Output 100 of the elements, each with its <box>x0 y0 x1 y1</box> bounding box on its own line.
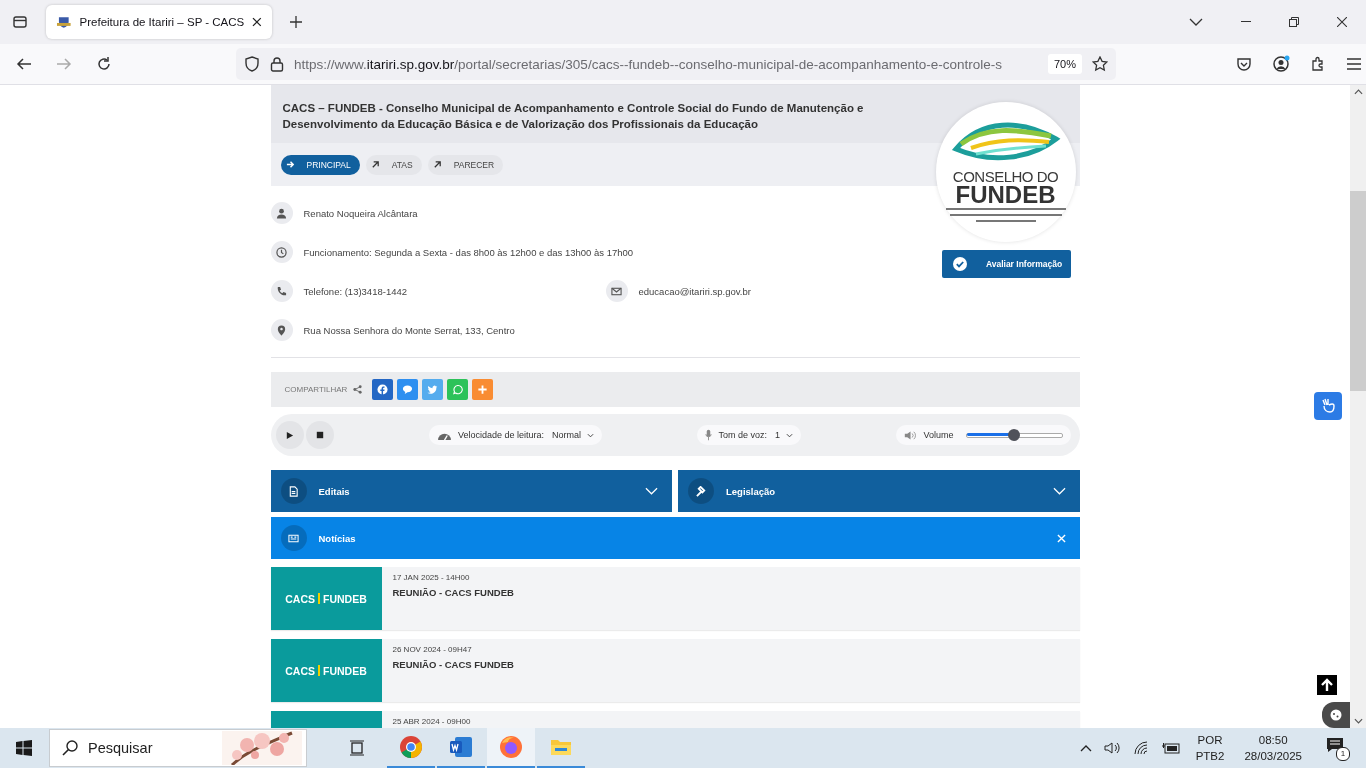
whatsapp-icon <box>452 384 464 395</box>
section-tab[interactable]: ATAS <box>365 154 422 175</box>
chat-icon <box>402 384 414 395</box>
tab-title: Prefeitura de Itariri – SP - CACS <box>79 16 245 28</box>
back-to-top-button[interactable] <box>1317 675 1337 695</box>
notification-count: 1 <box>1336 747 1350 761</box>
news-icon <box>288 532 299 544</box>
contact-text: Renato Noqueira Alcântara <box>303 207 418 219</box>
crest-icon <box>56 14 72 30</box>
news-thumbnail: CACS FUNDEB <box>270 567 382 630</box>
close-icon <box>1056 533 1066 543</box>
share-label: COMPARTILHAR <box>284 385 348 394</box>
new-tab-icon[interactable] <box>290 16 302 28</box>
chevron-down-icon <box>1052 487 1066 495</box>
facebook-share-button[interactable] <box>372 379 394 400</box>
phone-icon <box>270 280 293 302</box>
scroll-down-icon[interactable] <box>1353 718 1363 724</box>
gavel-icon <box>695 485 707 497</box>
shield-icon[interactable] <box>244 56 260 72</box>
logo-text: FUNDEB <box>955 184 1056 206</box>
firefox-icon[interactable] <box>487 728 535 768</box>
contact-text: Telefone: (13)3418-1442 <box>303 285 408 297</box>
windows-icon[interactable] <box>16 740 32 756</box>
chevron-down-icon <box>645 487 658 495</box>
news-card[interactable]: CACS FUNDEB 26 NOV 2024 - 09H47 REUNIÃO - CACS FUNDEB <box>270 639 1080 702</box>
rate-button[interactable]: Avaliar Informação <box>941 250 1071 278</box>
news-date: 17 JAN 2025 - 14H00 <box>392 573 471 582</box>
volume-thumb[interactable] <box>1007 428 1020 441</box>
arrow-right-icon <box>286 160 295 169</box>
play-icon <box>285 430 294 440</box>
news-thumbnail: CACS FUNDEB <box>270 639 382 702</box>
twitter-icon <box>427 384 439 395</box>
arrow-up-right-icon <box>433 160 443 169</box>
zoom-badge[interactable]: 70% <box>1047 54 1082 74</box>
menu-icon[interactable] <box>1346 57 1362 71</box>
cookie-button[interactable] <box>1322 702 1350 728</box>
stop-button[interactable] <box>305 421 334 449</box>
sign-language-button[interactable] <box>1314 392 1342 420</box>
facebook-icon <box>377 384 389 395</box>
clock-icon <box>270 241 293 263</box>
page-title: CACS – FUNDEB - Conselho Municipal de Acompanhamento e Controle Social do Fundo de Manutenção e Desenvolvimento da Educação Básica e de Valorização dos Profissionais da Educação <box>282 101 865 132</box>
browser-tab[interactable]: Prefeitura de Itariri – SP - CACS <box>46 5 272 39</box>
contact-text: Funcionamento: Segunda a Sexta - das 8h00 às 12h00 e das 13h00 às 17h00 <box>303 246 634 258</box>
reload-icon[interactable] <box>96 56 112 72</box>
speed-select[interactable]: Velocidade de leitura: Normal <box>428 425 603 445</box>
wifi-icon[interactable] <box>1133 741 1150 755</box>
stop-icon <box>315 431 324 439</box>
logo-text: CONSELHO DO <box>952 169 1059 184</box>
person-icon <box>270 202 293 224</box>
cookie-icon <box>1330 709 1342 721</box>
accordion-header[interactable]: Notícias <box>270 517 1080 559</box>
news-date: 26 NOV 2024 - 09H47 <box>392 645 473 654</box>
lock-icon[interactable] <box>270 56 284 72</box>
hands-icon <box>1320 398 1336 414</box>
account-icon[interactable] <box>1272 55 1290 73</box>
arrow-up-icon <box>1320 678 1334 692</box>
accordion-header[interactable]: Legislação <box>678 470 1080 512</box>
search-icon <box>62 740 78 756</box>
url-text: https://www.itariri.sp.gov.br/portal/secretarias/305/cacs--fundeb--conselho-municipal-de-acompanhamento-e-controle-s <box>294 56 1004 72</box>
document-icon <box>288 485 299 497</box>
notifications-button[interactable]: 1 <box>1326 737 1348 759</box>
language-indicator[interactable]: POR PTB2 <box>1195 732 1225 764</box>
section-tab[interactable]: PRINCIPAL <box>280 154 360 175</box>
speaker-icon[interactable] <box>1103 741 1122 755</box>
close-icon[interactable] <box>1337 17 1347 27</box>
contact-text: Rua Nossa Senhora do Monte Serrat, 133, Centro <box>303 324 515 336</box>
back-icon[interactable] <box>16 56 32 72</box>
share-icon <box>353 385 363 394</box>
news-date: 25 ABR 2024 - 09H00 <box>392 717 471 726</box>
check-circle-icon <box>952 257 967 271</box>
voice-select[interactable]: Tom de voz: 1 <box>697 425 802 445</box>
close-icon[interactable] <box>252 17 262 27</box>
volume-slider[interactable] <box>965 432 1064 438</box>
address-bar[interactable]: https://www.itariri.sp.gov.br/portal/secretarias/305/cacs--fundeb--conselho-municipal-de-acompanhamento-e-controle-s 70% <box>236 48 1116 80</box>
chat-share-button[interactable] <box>397 379 419 400</box>
more-icon <box>477 384 489 395</box>
scroll-thumb[interactable] <box>1350 191 1366 391</box>
tab-list-icon[interactable] <box>12 14 28 30</box>
search-placeholder: Pesquisar <box>88 740 153 756</box>
clock[interactable]: 08:50 28/03/2025 <box>1244 732 1302 764</box>
news-title: REUNIÃO - CACS FUNDEB <box>392 587 514 598</box>
battery-icon[interactable] <box>1161 742 1180 754</box>
task-view-icon[interactable] <box>349 740 367 756</box>
contact-text: educacao@itariri.sp.gov.br <box>638 285 751 297</box>
pin-icon <box>270 319 293 341</box>
pocket-icon[interactable] <box>1236 56 1252 72</box>
play-button[interactable] <box>275 421 304 449</box>
restore-icon[interactable] <box>1289 17 1299 27</box>
chevron-up-icon[interactable] <box>1079 744 1092 752</box>
accordion-header[interactable]: Editais <box>270 470 672 512</box>
news-card[interactable]: 25 ABR 2024 - 09H00 <box>270 711 1080 728</box>
extensions-icon[interactable] <box>1310 56 1326 72</box>
chevron-down-icon[interactable] <box>1189 18 1203 26</box>
star-icon[interactable] <box>1092 56 1108 72</box>
section-tab[interactable]: PARECER <box>427 154 504 175</box>
news-card[interactable]: CACS FUNDEB 17 JAN 2025 - 14H00 REUNIÃO - CACS FUNDEB <box>270 567 1080 630</box>
scroll-up-icon[interactable] <box>1353 89 1363 95</box>
minimize-icon[interactable] <box>1241 21 1251 23</box>
search-field[interactable]: Pesquisar <box>49 729 307 767</box>
caret-icon <box>587 432 595 438</box>
